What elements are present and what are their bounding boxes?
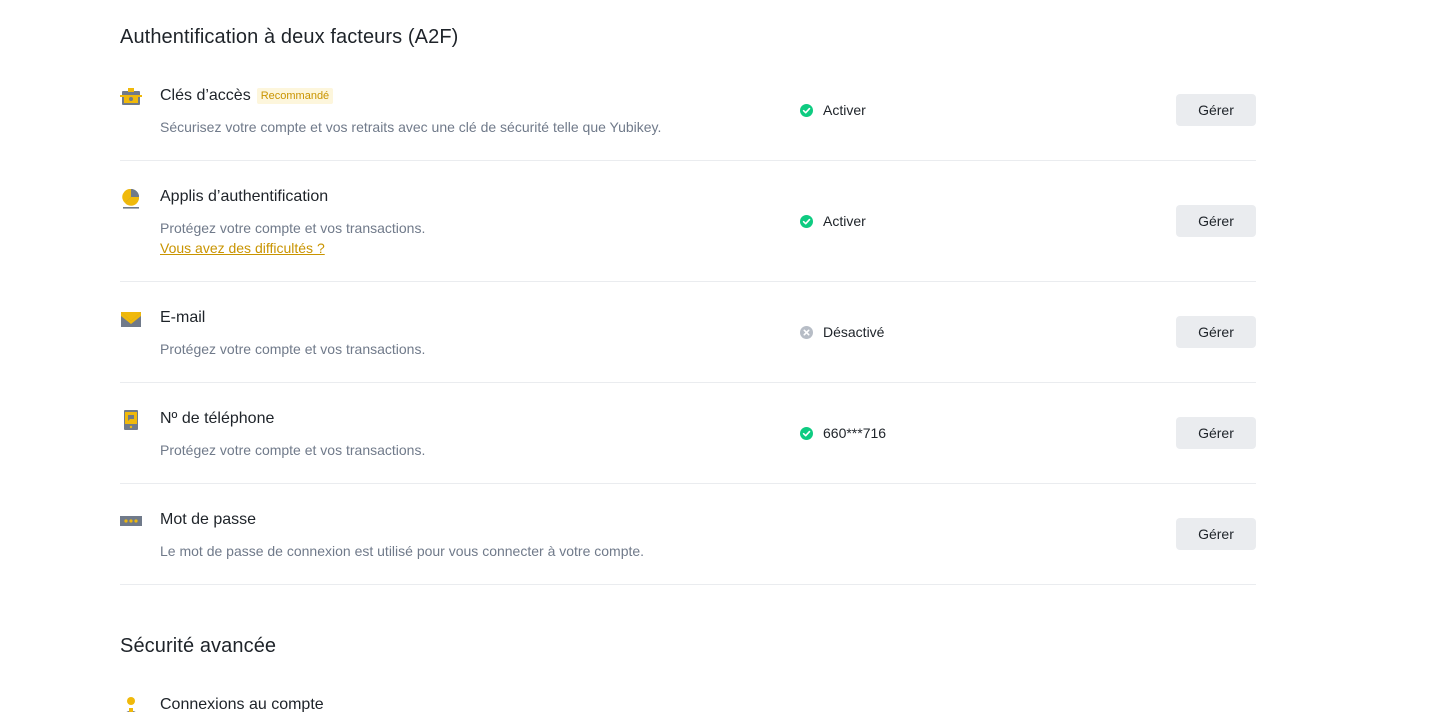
check-circle-icon <box>800 103 813 117</box>
passkeys-row: Clés d’accès Recommandé Sécurisez votre … <box>120 60 1256 161</box>
manage-passkeys-button[interactable]: Gérer <box>1176 94 1256 126</box>
passkeys-status-label: Activer <box>823 102 866 118</box>
advanced-security-section-title: Sécurité avancée <box>120 635 277 657</box>
account-connections-row: Connexions au compte <box>120 692 520 712</box>
email-description: Protégez votre compte et vos transaction… <box>160 341 426 357</box>
passkeys-title: Clés d’accès <box>160 87 251 104</box>
phone-icon <box>120 409 142 431</box>
password-description: Le mot de passe de connexion est utilisé… <box>160 543 645 559</box>
two-factor-list: Clés d’accès Recommandé Sécurisez votre … <box>120 60 1256 585</box>
check-circle-icon <box>800 426 813 440</box>
manage-authenticator-button[interactable]: Gérer <box>1176 205 1256 237</box>
authenticator-row: Applis d’authentification Protégez votre… <box>120 161 1256 282</box>
phone-description: Protégez votre compte et vos transaction… <box>160 442 426 458</box>
authenticator-description: Protégez votre compte et vos transaction… <box>160 220 426 236</box>
phone-status: 660***716 <box>800 425 886 441</box>
manage-email-button[interactable]: Gérer <box>1176 316 1256 348</box>
authenticator-status-label: Activer <box>823 213 866 229</box>
passkeys-description: Sécurisez votre compte et vos retraits a… <box>160 119 662 135</box>
account-connections-title: Connexions au compte <box>160 696 324 712</box>
authenticator-title: Applis d’authentification <box>160 188 329 205</box>
phone-row: Nº de téléphone Protégez votre compte et… <box>120 383 1256 484</box>
email-row: E-mail Protégez votre compte et vos tran… <box>120 282 1256 383</box>
email-icon <box>120 308 142 330</box>
manage-phone-button[interactable]: Gérer <box>1176 417 1256 449</box>
passkeys-status: Activer <box>800 102 866 118</box>
authenticator-status: Activer <box>800 213 866 229</box>
passkeys-title-line: Clés d’accès Recommandé <box>160 87 334 105</box>
password-title: Mot de passe <box>160 511 257 528</box>
having-trouble-link[interactable]: Vous avez des difficultés ? <box>160 240 325 256</box>
phone-status-value: 660***716 <box>823 425 887 441</box>
email-status: Désactivé <box>800 324 884 340</box>
password-icon <box>120 510 142 532</box>
email-status-label: Désactivé <box>823 324 885 340</box>
account-connections-icon <box>120 696 142 712</box>
manage-password-button[interactable]: Gérer <box>1176 518 1256 550</box>
authenticator-icon <box>120 187 142 209</box>
two-factor-section-title: Authentification à deux facteurs (A2F) <box>120 26 459 48</box>
x-circle-icon <box>800 325 813 339</box>
phone-title: Nº de téléphone <box>160 410 275 427</box>
check-circle-icon <box>800 214 813 228</box>
recommended-badge: Recommandé <box>256 88 334 104</box>
password-row: Mot de passe Le mot de passe de connexio… <box>120 484 1256 585</box>
passkey-icon <box>120 86 142 108</box>
security-page: Authentification à deux facteurs (A2F) C… <box>0 0 1450 712</box>
email-title: E-mail <box>160 309 206 326</box>
